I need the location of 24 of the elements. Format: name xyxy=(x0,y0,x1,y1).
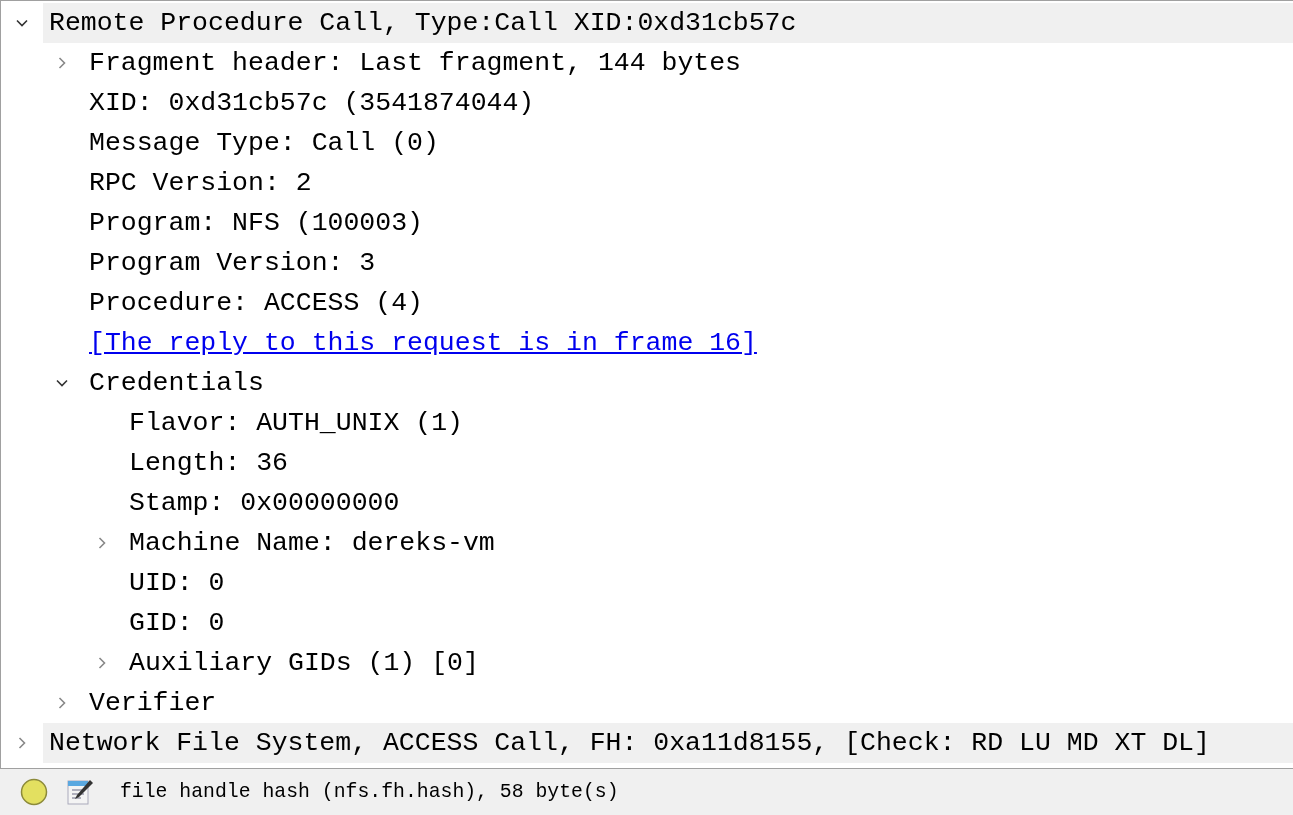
edit-note-icon[interactable] xyxy=(66,778,94,806)
expander-icon[interactable] xyxy=(16,17,28,29)
tree-item[interactable]: Procedure: ACCESS (4) xyxy=(83,283,423,323)
tree-item[interactable]: XID: 0xd31cb57c (3541874044) xyxy=(83,83,535,123)
tree-item[interactable]: Message Type: Call (0) xyxy=(83,123,439,163)
tree-item[interactable]: Network File System, ACCESS Call, FH: 0xa11d8155, [Check: RD LU MD XT DL] xyxy=(43,723,1293,763)
tree-item[interactable]: RPC Version: 2 xyxy=(83,163,312,203)
tree-item[interactable]: Fragment header: Last fragment, 144 bytes xyxy=(83,43,741,83)
tree-item[interactable]: Length: 36 xyxy=(123,443,289,483)
expander-icon[interactable] xyxy=(56,377,68,389)
tree-item[interactable]: Verifier xyxy=(83,683,217,723)
tree-item[interactable]: GID: 0 xyxy=(123,603,225,643)
tree-item[interactable]: UID: 0 xyxy=(123,563,225,603)
status-text: file handle hash (nfs.fh.hash), 58 byte(s) xyxy=(120,781,619,803)
tree-item[interactable]: Program Version: 3 xyxy=(83,243,376,283)
tree-item[interactable]: Machine Name: dereks-vm xyxy=(123,523,495,563)
tree-item[interactable]: Stamp: 0x00000000 xyxy=(123,483,400,523)
tree-item[interactable]: Program: NFS (100003) xyxy=(83,203,423,243)
tree-item[interactable]: Credentials xyxy=(83,363,264,403)
tree-item[interactable]: Auxiliary GIDs (1) [0] xyxy=(123,643,479,683)
frame-link[interactable]: [The reply to this request is in frame 16] xyxy=(83,323,757,363)
status-dot-icon[interactable] xyxy=(20,778,48,806)
tree-item[interactable]: Flavor: AUTH_UNIX (1) xyxy=(123,403,463,443)
tree-item[interactable]: Remote Procedure Call, Type:Call XID:0xd31cb57c xyxy=(43,3,1293,43)
